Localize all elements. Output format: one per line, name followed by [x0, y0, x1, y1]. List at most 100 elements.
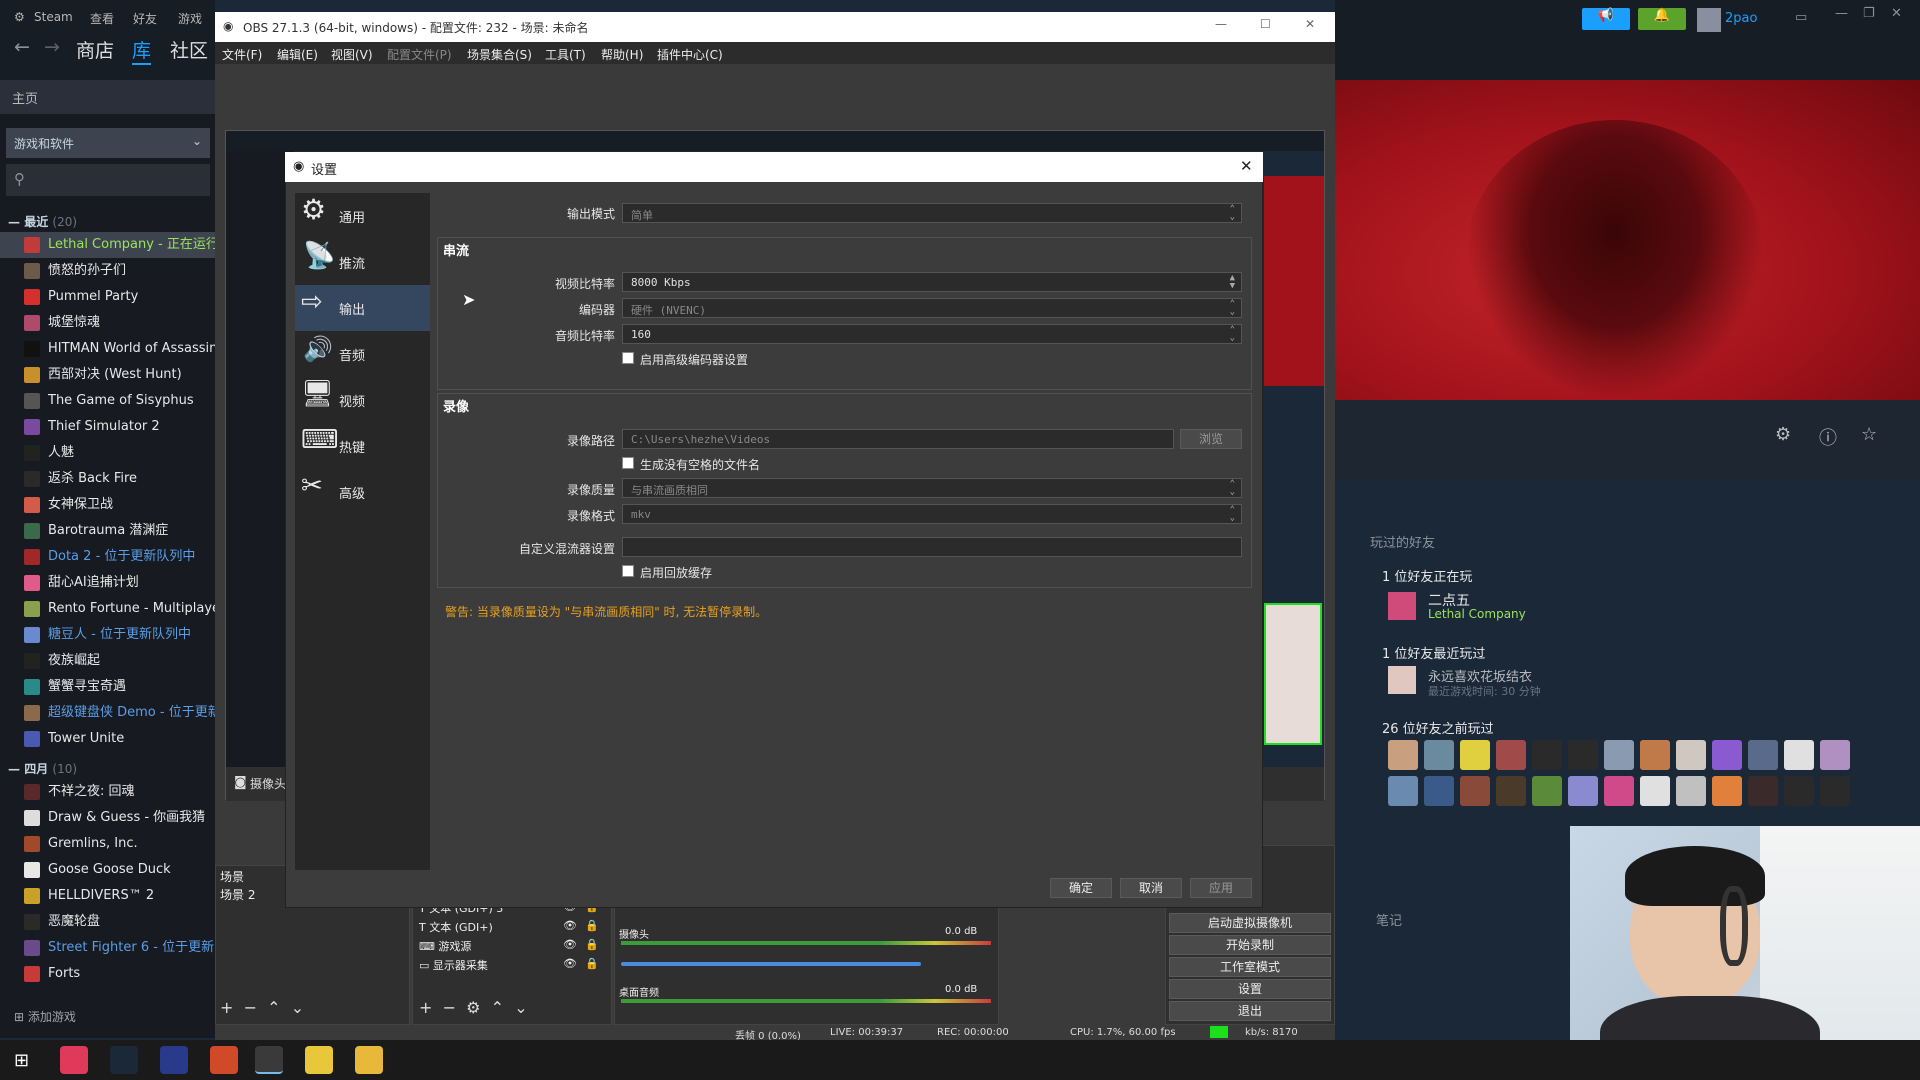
library-game-item[interactable]: Dota 2 - 位于更新队列中: [0, 544, 215, 570]
library-game-item[interactable]: HELLDIVERS™ 2: [0, 883, 215, 909]
move-down-icon[interactable]: ⌄: [291, 998, 304, 1017]
library-game-item[interactable]: 女神保卫战: [0, 492, 215, 518]
browse-button[interactable]: 浏览: [1180, 429, 1242, 449]
library-game-item[interactable]: 糖豆人 - 位于更新队列中: [0, 622, 215, 648]
menu-edit[interactable]: 编辑(E): [277, 46, 318, 63]
big-picture-icon[interactable]: ▭: [1795, 10, 1807, 25]
settings-button[interactable]: 设置: [1169, 979, 1331, 999]
library-game-item[interactable]: 不祥之夜: 回魂: [0, 779, 215, 805]
muxer-settings-input[interactable]: [622, 537, 1242, 557]
library-game-item[interactable]: Lethal Company - 正在运行: [0, 232, 215, 258]
library-game-item[interactable]: 恶魔轮盘: [0, 909, 215, 935]
move-up-icon[interactable]: ⌃: [267, 998, 280, 1017]
gear-icon[interactable]: ⚙: [1775, 424, 1791, 445]
friend-avatar[interactable]: [1460, 740, 1490, 770]
steam-menu-view[interactable]: 查看: [90, 10, 114, 27]
library-game-item[interactable]: 城堡惊魂: [0, 310, 215, 336]
add-icon[interactable]: +: [419, 998, 432, 1017]
steam-menu-steam[interactable]: Steam: [34, 10, 73, 24]
friend-avatar[interactable]: [1820, 740, 1850, 770]
friend-avatar[interactable]: [1604, 740, 1634, 770]
move-down-icon[interactable]: ⌄: [514, 998, 527, 1017]
library-game-item[interactable]: 西部对决 (West Hunt): [0, 362, 215, 388]
friend-avatar[interactable]: [1748, 776, 1778, 806]
library-game-item[interactable]: HITMAN World of Assassination: [0, 336, 215, 362]
friend-avatar[interactable]: [1676, 776, 1706, 806]
friend-avatar[interactable]: [1676, 740, 1706, 770]
library-game-item[interactable]: 夜族崛起: [0, 648, 215, 674]
sidebar-item-stream[interactable]: 📡 推流: [295, 239, 430, 285]
menu-view[interactable]: 视图(V): [331, 46, 373, 63]
group-april[interactable]: — 四月 (10): [8, 760, 77, 777]
sidebar-item-output[interactable]: ⇨ 输出: [295, 285, 430, 331]
file-explorer-icon[interactable]: [355, 1046, 383, 1074]
rec-format-select[interactable]: mkv ⌃ ⌄: [622, 504, 1242, 524]
visibility-eye-icon[interactable]: 👁: [563, 957, 577, 970]
obs-icon[interactable]: [255, 1046, 283, 1074]
library-game-item[interactable]: Street Fighter 6 - 位于更新队列中: [0, 935, 215, 961]
visibility-eye-icon[interactable]: 👁: [563, 919, 577, 932]
friend-avatar[interactable]: [1640, 740, 1670, 770]
friend-avatar[interactable]: [1388, 776, 1418, 806]
library-filter-dropdown[interactable]: 游戏和软件 ⌄: [6, 128, 210, 158]
library-game-item[interactable]: Tower Unite: [0, 726, 215, 752]
library-game-item[interactable]: Draw & Guess - 你画我猜: [0, 805, 215, 831]
app-icon[interactable]: [160, 1046, 188, 1074]
friend-avatar[interactable]: [1712, 776, 1742, 806]
start-recording-button[interactable]: 开始录制: [1169, 935, 1331, 955]
sidebar-item-hotkeys[interactable]: ⌨ 热键: [295, 423, 430, 469]
avatar[interactable]: [1697, 8, 1721, 32]
library-game-item[interactable]: 超级键盘侠 Demo - 位于更新队列中: [0, 700, 215, 726]
lock-icon[interactable]: 🔒: [585, 957, 599, 970]
menu-profile[interactable]: 配置文件(P): [387, 46, 452, 63]
replay-buffer-checkbox[interactable]: [622, 565, 634, 577]
info-icon[interactable]: ⓘ: [1819, 424, 1837, 450]
rec-quality-select[interactable]: 与串流画质相同 ⌃ ⌄: [622, 478, 1242, 498]
library-game-item[interactable]: Rento Fortune - Multiplayer: [0, 596, 215, 622]
audio-bitrate-select[interactable]: 160 ⌃ ⌄: [622, 324, 1242, 344]
spin-arrows-icon[interactable]: ▲ ▼: [1230, 274, 1235, 291]
windows-start-icon[interactable]: ⊞: [14, 1050, 29, 1071]
gear-icon[interactable]: ⚙: [466, 998, 480, 1017]
nav-library[interactable]: 库: [132, 36, 152, 65]
add-icon[interactable]: +: [220, 998, 233, 1017]
source-item[interactable]: ▭ 显示器采集 👁 🔒: [419, 957, 605, 975]
remove-icon[interactable]: −: [443, 998, 456, 1017]
friend-avatar[interactable]: [1496, 740, 1526, 770]
lock-icon[interactable]: 🔒: [585, 938, 599, 951]
add-game-button[interactable]: ⊞ 添加游戏: [0, 1000, 215, 1030]
visibility-eye-icon[interactable]: 👁: [563, 938, 577, 951]
nav-store[interactable]: 商店: [76, 36, 114, 63]
library-game-item[interactable]: Goose Goose Duck: [0, 857, 215, 883]
menu-scene-collection[interactable]: 场景集合(S): [467, 46, 532, 63]
video-bitrate-input[interactable]: 8000 Kbps ▲ ▼: [622, 272, 1242, 292]
friend-avatar[interactable]: [1388, 592, 1416, 620]
group-recent[interactable]: — 最近 (20): [8, 213, 77, 230]
advanced-encoder-checkbox[interactable]: [622, 352, 634, 364]
menu-file[interactable]: 文件(F): [222, 46, 262, 63]
friend-avatar[interactable]: [1784, 740, 1814, 770]
source-item[interactable]: T 文本 (GDI+) 👁 🔒: [419, 919, 605, 937]
no-space-filename-checkbox[interactable]: [622, 457, 634, 469]
friend-avatar[interactable]: [1460, 776, 1490, 806]
nav-community[interactable]: 社区: [170, 36, 208, 63]
library-game-item[interactable]: 蟹蟹寻宝奇遇: [0, 674, 215, 700]
friend-avatar[interactable]: [1388, 740, 1418, 770]
minimize-icon[interactable]: —: [1215, 17, 1227, 31]
lock-icon[interactable]: 🔒: [585, 919, 599, 932]
chat-app-icon[interactable]: [305, 1046, 333, 1074]
library-home[interactable]: 主页: [0, 80, 215, 114]
friend-avatar[interactable]: [1748, 740, 1778, 770]
friend-avatar[interactable]: [1496, 776, 1526, 806]
studio-mode-button[interactable]: 工作室模式: [1169, 957, 1331, 977]
library-game-item[interactable]: Barotrauma 潜渊症: [0, 518, 215, 544]
library-game-item[interactable]: 返杀 Back Fire: [0, 466, 215, 492]
sidebar-item-audio[interactable]: 🔊 音频: [295, 331, 430, 377]
move-up-icon[interactable]: ⌃: [491, 998, 504, 1017]
friend-avatar[interactable]: [1568, 740, 1598, 770]
library-game-item[interactable]: Pummel Party: [0, 284, 215, 310]
sidebar-item-advanced[interactable]: ✂ 高级: [295, 469, 430, 515]
library-game-item[interactable]: The Game of Sisyphus: [0, 388, 215, 414]
steam-logo-icon[interactable]: ⚙: [14, 10, 25, 24]
friend-avatar[interactable]: [1568, 776, 1598, 806]
